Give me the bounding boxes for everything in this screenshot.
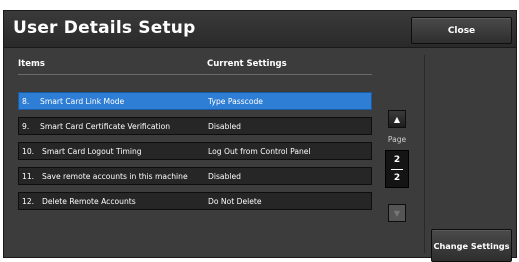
user-details-setup-dialog: User Details Setup Close Items Current S…: [3, 10, 517, 262]
row-current-setting: Log Out from Control Panel: [208, 147, 311, 156]
row-item-name: Save remote accounts in this machine: [42, 172, 188, 181]
header-divider: [18, 74, 372, 75]
close-button[interactable]: Close: [411, 17, 512, 44]
row-current-setting: Disabled: [208, 122, 241, 131]
table-row[interactable]: 10. Smart Card Logout Timing Log Out fro…: [18, 142, 372, 160]
row-number: 10.: [22, 147, 35, 156]
table-row[interactable]: 9. Smart Card Certificate Verification D…: [18, 117, 372, 135]
row-number: 12.: [22, 197, 35, 206]
triangle-up-icon: ▲: [393, 114, 401, 124]
triangle-down-icon: ▼: [393, 208, 401, 218]
page-up-button[interactable]: ▲: [388, 110, 406, 128]
change-settings-button[interactable]: Change Settings: [431, 229, 512, 262]
current-page: 2: [393, 155, 401, 165]
table-row[interactable]: 12. Delete Remote Accounts Do Not Delete: [18, 192, 372, 210]
page-divider: [391, 169, 403, 170]
row-item-name: Smart Card Logout Timing: [42, 147, 142, 156]
row-number: 9.: [22, 122, 30, 131]
row-item-name: Delete Remote Accounts: [42, 197, 136, 206]
table-row[interactable]: 11. Save remote accounts in this machine…: [18, 167, 372, 185]
row-current-setting: Disabled: [208, 172, 241, 181]
side-panel: [424, 55, 513, 253]
page-down-button[interactable]: ▼: [388, 204, 406, 222]
column-header-current-settings: Current Settings: [207, 59, 287, 69]
column-header-items: Items: [18, 59, 45, 69]
title-bar: User Details Setup Close: [4, 11, 516, 48]
page-label: Page: [387, 135, 407, 144]
row-item-name: Smart Card Link Mode: [40, 97, 125, 106]
total-pages: 2: [393, 173, 401, 183]
row-current-setting: Do Not Delete: [208, 197, 262, 206]
row-item-name: Smart Card Certificate Verification: [40, 122, 171, 131]
table-row[interactable]: 8. Smart Card Link Mode Type Passcode: [18, 92, 372, 110]
page-title: User Details Setup: [13, 18, 196, 38]
page-indicator: 2 2: [385, 150, 409, 188]
row-number: 11.: [22, 172, 35, 181]
row-current-setting: Type Passcode: [208, 97, 263, 106]
row-number: 8.: [22, 97, 30, 106]
